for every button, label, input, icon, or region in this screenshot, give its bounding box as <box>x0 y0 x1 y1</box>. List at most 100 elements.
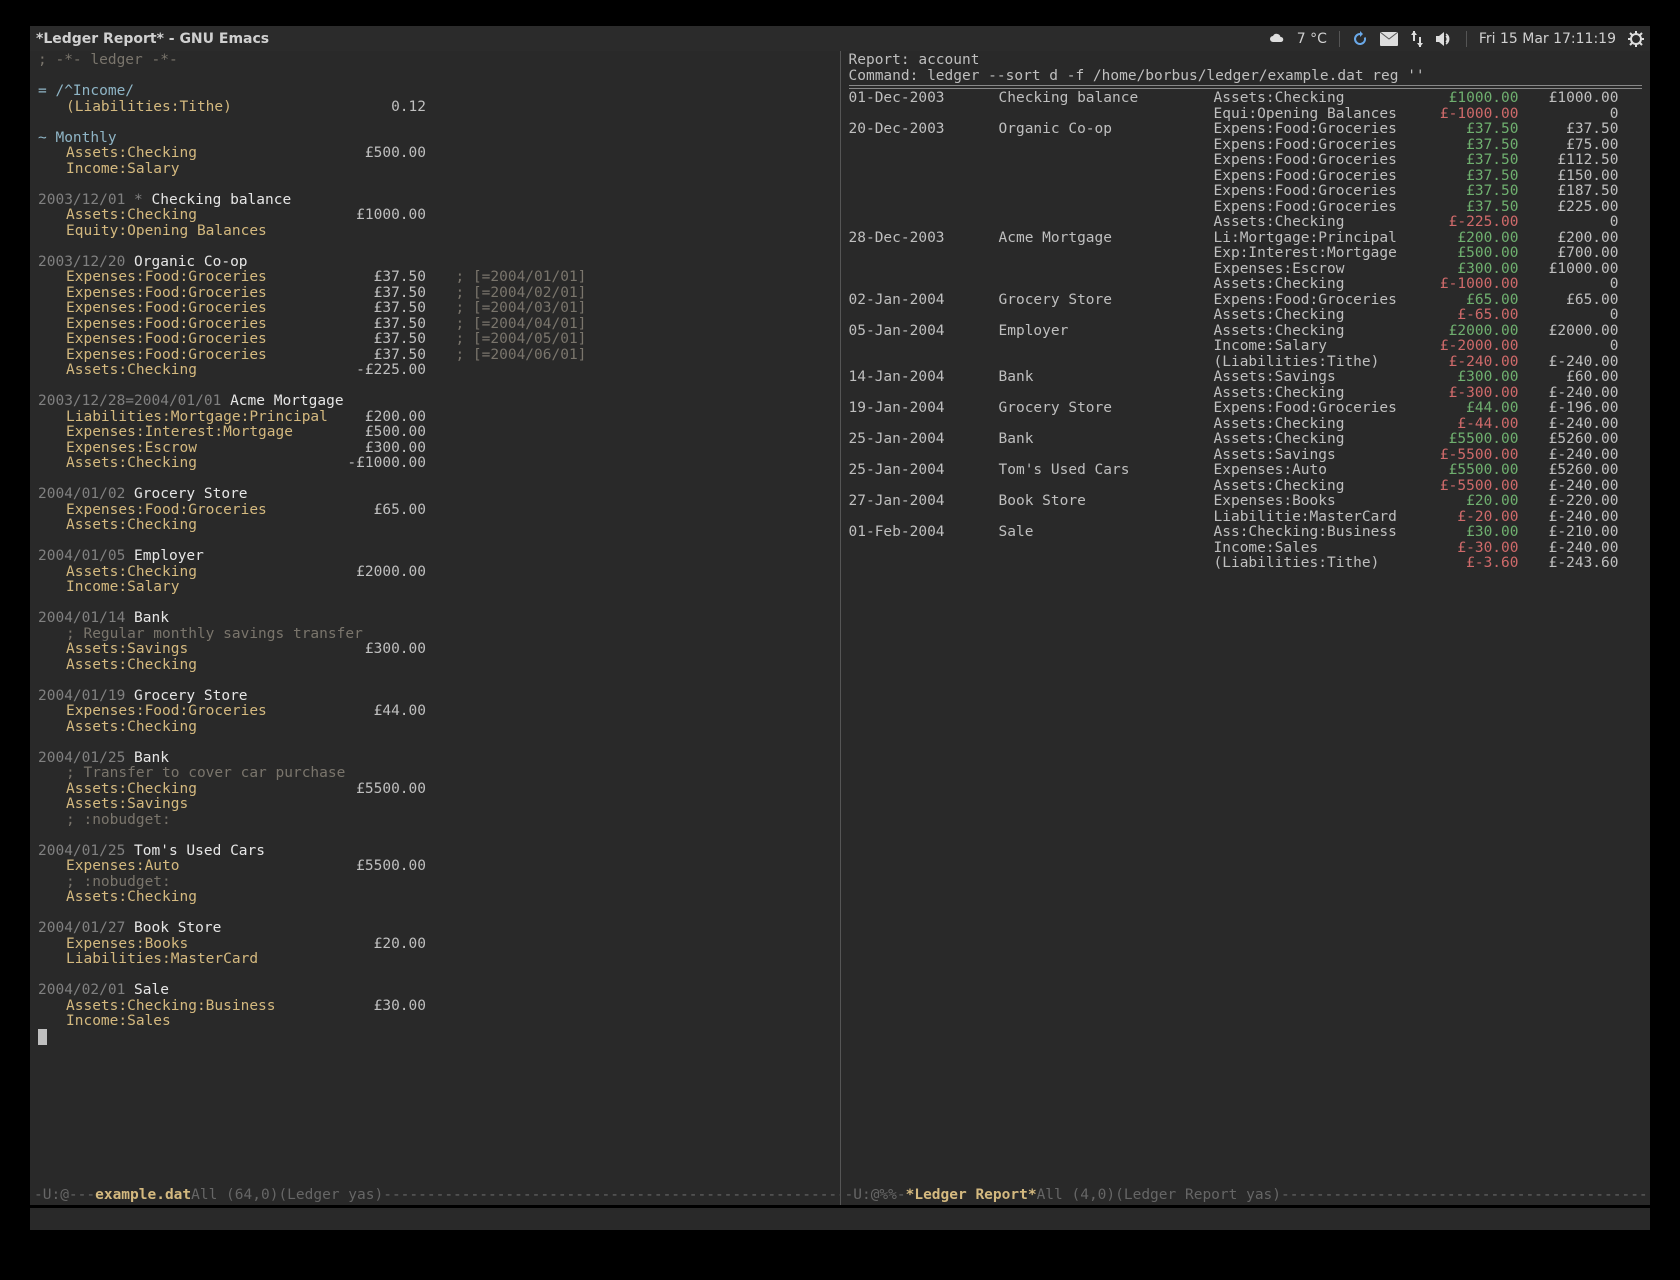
report-row[interactable]: Equi:Opening Balances£-1000.000 <box>849 107 1643 123</box>
ledger-line[interactable]: Assets:Checking <box>38 720 832 736</box>
report-row[interactable]: Assets:Checking£-300.00£-240.00 <box>849 386 1643 402</box>
ledger-line[interactable]: ; Regular monthly savings transfer <box>38 627 832 643</box>
report-row[interactable]: 05-Jan-2004EmployerAssets:Checking£2000.… <box>849 324 1643 340</box>
ledger-line[interactable]: Assets:Savings <box>38 797 832 813</box>
report-row[interactable]: Assets:Checking£-65.000 <box>849 308 1643 324</box>
report-row[interactable]: 25-Jan-2004Tom's Used CarsExpenses:Auto£… <box>849 463 1643 479</box>
report-row[interactable]: Income:Salary£-2000.000 <box>849 339 1643 355</box>
report-row[interactable]: Assets:Checking£-44.00£-240.00 <box>849 417 1643 433</box>
ledger-line[interactable]: Liabilities:MasterCard <box>38 952 832 968</box>
ledger-line[interactable] <box>38 1030 832 1046</box>
ledger-line[interactable] <box>38 177 832 193</box>
ledger-line[interactable]: 2004/01/25 Tom's Used Cars <box>38 844 832 860</box>
ledger-line[interactable]: (Liabilities:Tithe)0.12 <box>38 100 832 116</box>
ledger-line[interactable]: Expenses:Food:Groceries£37.50 ; [=2004/0… <box>38 332 832 348</box>
report-row[interactable]: 27-Jan-2004Book StoreExpenses:Books£20.0… <box>849 494 1643 510</box>
settings-icon[interactable] <box>1628 31 1644 47</box>
left-buffer[interactable]: ; -*- ledger -*- = /^Income/(Liabilities… <box>30 51 840 1185</box>
ledger-line[interactable] <box>38 472 832 488</box>
ledger-line[interactable]: Assets:Checking£500.00 <box>38 146 832 162</box>
ledger-line[interactable] <box>38 379 832 395</box>
volume-icon[interactable] <box>1436 32 1454 46</box>
ledger-line[interactable]: 2004/01/05 Employer <box>38 549 832 565</box>
ledger-line[interactable]: Income:Salary <box>38 580 832 596</box>
ledger-line[interactable]: Income:Salary <box>38 162 832 178</box>
ledger-line[interactable]: Income:Sales <box>38 1014 832 1030</box>
ledger-line[interactable] <box>38 534 832 550</box>
ledger-line[interactable]: Equity:Opening Balances <box>38 224 832 240</box>
mail-icon[interactable] <box>1380 32 1398 46</box>
report-row[interactable]: 01-Dec-2003Checking balanceAssets:Checki… <box>849 91 1643 107</box>
ledger-line[interactable]: Assets:Checking <box>38 518 832 534</box>
report-row[interactable]: (Liabilities:Tithe)£-240.00£-240.00 <box>849 355 1643 371</box>
right-window[interactable]: Report: accountCommand: ledger --sort d … <box>840 51 1651 1205</box>
ledger-line[interactable]: 2004/01/27 Book Store <box>38 921 832 937</box>
ledger-line[interactable]: Assets:Savings£300.00 <box>38 642 832 658</box>
ledger-line[interactable]: Assets:Checking-£225.00 <box>38 363 832 379</box>
ledger-line[interactable]: ; :nobudget: <box>38 875 832 891</box>
report-row[interactable]: Expens:Food:Groceries£37.50£150.00 <box>849 169 1643 185</box>
report-row[interactable]: Assets:Checking£-5500.00£-240.00 <box>849 479 1643 495</box>
ledger-line[interactable]: Expenses:Interest:Mortgage£500.00 <box>38 425 832 441</box>
ledger-line[interactable] <box>38 735 832 751</box>
ledger-line[interactable] <box>38 596 832 612</box>
ledger-line[interactable]: ; :nobudget: <box>38 813 832 829</box>
report-row[interactable]: 14-Jan-2004BankAssets:Savings£300.00£60.… <box>849 370 1643 386</box>
ledger-line[interactable]: Expenses:Food:Groceries£37.50 ; [=2004/0… <box>38 286 832 302</box>
ledger-line[interactable]: 2003/12/01 * Checking balance <box>38 193 832 209</box>
report-row[interactable]: Liabilitie:MasterCard£-20.00£-240.00 <box>849 510 1643 526</box>
report-row[interactable]: Expens:Food:Groceries£37.50£112.50 <box>849 153 1643 169</box>
report-row[interactable]: 01-Feb-2004SaleAss:Checking:Business£30.… <box>849 525 1643 541</box>
refresh-icon[interactable] <box>1352 31 1368 47</box>
report-row[interactable]: Income:Sales£-30.00£-240.00 <box>849 541 1643 557</box>
ledger-line[interactable]: 2004/02/01 Sale <box>38 983 832 999</box>
ledger-line[interactable]: Assets:Checking-£1000.00 <box>38 456 832 472</box>
ledger-line[interactable]: 2003/12/20 Organic Co-op <box>38 255 832 271</box>
report-row[interactable]: Exp:Interest:Mortgage£500.00£700.00 <box>849 246 1643 262</box>
ledger-line[interactable]: Assets:Checking <box>38 890 832 906</box>
ledger-line[interactable]: Liabilities:Mortgage:Principal£200.00 <box>38 410 832 426</box>
left-window[interactable]: ; -*- ledger -*- = /^Income/(Liabilities… <box>30 51 840 1205</box>
ledger-line[interactable]: Expenses:Food:Groceries£44.00 <box>38 704 832 720</box>
ledger-line[interactable]: ; -*- ledger -*- <box>38 53 832 69</box>
ledger-line[interactable]: Assets:Checking£5500.00 <box>38 782 832 798</box>
ledger-line[interactable]: 2003/12/28=2004/01/01 Acme Mortgage <box>38 394 832 410</box>
ledger-line[interactable] <box>38 906 832 922</box>
ledger-line[interactable]: Expenses:Food:Groceries£65.00 <box>38 503 832 519</box>
report-row[interactable]: 02-Jan-2004Grocery StoreExpens:Food:Groc… <box>849 293 1643 309</box>
ledger-line[interactable] <box>38 673 832 689</box>
ledger-line[interactable] <box>38 968 832 984</box>
report-row[interactable]: Expens:Food:Groceries£37.50£75.00 <box>849 138 1643 154</box>
report-row[interactable]: Expenses:Escrow£300.00£1000.00 <box>849 262 1643 278</box>
ledger-line[interactable]: Expenses:Food:Groceries£37.50 ; [=2004/0… <box>38 270 832 286</box>
ledger-line[interactable]: Expenses:Food:Groceries£37.50 ; [=2004/0… <box>38 317 832 333</box>
report-row[interactable]: 19-Jan-2004Grocery StoreExpens:Food:Groc… <box>849 401 1643 417</box>
ledger-line[interactable]: Assets:Checking <box>38 658 832 674</box>
ledger-line[interactable]: 2004/01/19 Grocery Store <box>38 689 832 705</box>
report-row[interactable]: Assets:Checking£-1000.000 <box>849 277 1643 293</box>
ledger-line[interactable]: Expenses:Books£20.00 <box>38 937 832 953</box>
minibuffer[interactable] <box>30 1208 1650 1230</box>
ledger-line[interactable]: ~ Monthly <box>38 131 832 147</box>
ledger-line[interactable]: Expenses:Food:Groceries£37.50 ; [=2004/0… <box>38 348 832 364</box>
ledger-line[interactable] <box>38 69 832 85</box>
ledger-line[interactable]: Assets:Checking£2000.00 <box>38 565 832 581</box>
report-row[interactable]: 28-Dec-2003Acme MortgageLi:Mortgage:Prin… <box>849 231 1643 247</box>
report-row[interactable]: Assets:Savings£-5500.00£-240.00 <box>849 448 1643 464</box>
ledger-line[interactable]: Expenses:Escrow£300.00 <box>38 441 832 457</box>
report-row[interactable]: 25-Jan-2004BankAssets:Checking£5500.00£5… <box>849 432 1643 448</box>
report-row[interactable]: Assets:Checking£-225.000 <box>849 215 1643 231</box>
report-row[interactable]: 20-Dec-2003Organic Co-opExpens:Food:Groc… <box>849 122 1643 138</box>
ledger-line[interactable]: Expenses:Food:Groceries£37.50 ; [=2004/0… <box>38 301 832 317</box>
report-row[interactable]: Expens:Food:Groceries£37.50£225.00 <box>849 200 1643 216</box>
ledger-line[interactable]: 2004/01/25 Bank <box>38 751 832 767</box>
ledger-line[interactable] <box>38 828 832 844</box>
ledger-line[interactable] <box>38 115 832 131</box>
ledger-line[interactable]: Assets:Checking:Business£30.00 <box>38 999 832 1015</box>
ledger-line[interactable]: 2004/01/14 Bank <box>38 611 832 627</box>
ledger-line[interactable]: = /^Income/ <box>38 84 832 100</box>
report-row[interactable]: (Liabilities:Tithe)£-3.60£-243.60 <box>849 556 1643 572</box>
report-row[interactable]: Expens:Food:Groceries£37.50£187.50 <box>849 184 1643 200</box>
ledger-line[interactable]: ; Transfer to cover car purchase <box>38 766 832 782</box>
ledger-line[interactable]: Expenses:Auto£5500.00 <box>38 859 832 875</box>
